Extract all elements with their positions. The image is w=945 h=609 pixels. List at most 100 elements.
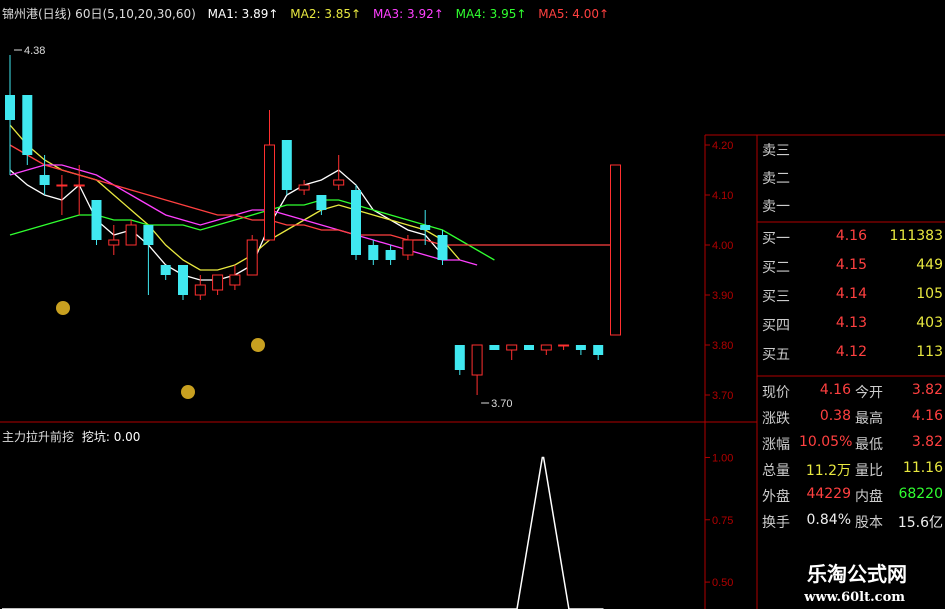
candle-body <box>368 245 379 260</box>
ma5-label: MA5: 4.00↑ <box>538 7 610 21</box>
quote-value: 3.82 <box>911 382 943 398</box>
quote-key: 涨跌 <box>762 411 790 427</box>
candle-body <box>108 239 120 246</box>
sell-row: 卖一 <box>757 196 945 224</box>
buy-price: 4.16 <box>835 228 867 244</box>
quote-value: 0.84% <box>806 512 851 528</box>
buy-price: 4.12 <box>835 344 867 360</box>
candle-body <box>316 195 327 210</box>
buy-row: 买二 4.15 449 <box>757 257 945 285</box>
quote-key: 涨幅 <box>762 437 790 453</box>
indicator-label: 挖坑: 0.00 <box>81 430 141 444</box>
quote-key: 最高 <box>855 411 883 427</box>
candle-body <box>5 95 15 120</box>
candle-body <box>524 345 534 350</box>
buy-label: 买三 <box>762 289 790 305</box>
watermark-url: www.60lt.com <box>804 590 905 605</box>
price-tick-label: 4.00 <box>712 240 733 252</box>
buy-label: 买二 <box>762 260 790 276</box>
quote-key: 最低 <box>855 437 883 453</box>
buy-volume: 105 <box>916 286 943 302</box>
ind-tick-label: 0.50 <box>712 577 733 589</box>
buy-volume: 113 <box>916 344 943 360</box>
quote-key: 今开 <box>855 385 883 401</box>
price-tick-label: 3.70 <box>712 390 733 402</box>
candle-body <box>22 95 33 155</box>
buy-row: 买三 4.14 105 <box>757 286 945 314</box>
chart-stage: 4.20 4.10 4.00 3.90 3.80 3.70 4.38 3.70 1.00 0.75… <box>0 0 945 609</box>
candle-body <box>39 175 50 185</box>
quote-value: 0.38 <box>819 408 851 424</box>
ma3-label: MA3: 3.92↑ <box>372 7 444 21</box>
candle-body <box>420 225 431 230</box>
price-tick-label: 4.10 <box>712 190 733 202</box>
candle-body <box>125 224 137 246</box>
quote-row: 涨跌 0.38 最高 4.16 <box>757 408 945 432</box>
quote-panel: 卖三 卖二 卖一 买一 4.16 111383 买二 4.15 449 买三 4.14 105 买四 4.… <box>757 136 945 609</box>
buy-row: 买一 4.16 111383 <box>757 228 945 256</box>
candle-body <box>246 239 258 276</box>
buy-label: 买一 <box>762 231 790 247</box>
buy-price: 4.14 <box>835 286 867 302</box>
candle-body <box>194 284 206 296</box>
candle-body <box>593 345 604 355</box>
quote-value: 44229 <box>806 486 851 502</box>
candle-body <box>437 235 448 260</box>
quote-value: 15.6亿 <box>897 515 943 531</box>
buy-volume: 111383 <box>889 228 943 244</box>
sell-row: 卖三 <box>757 140 945 168</box>
candle-body <box>471 344 483 376</box>
sell-row: 卖二 <box>757 168 945 196</box>
sell-label: 卖三 <box>762 143 790 159</box>
watermark-name: 乐淘公式网 <box>807 562 907 586</box>
quote-key: 总量 <box>762 463 790 479</box>
ind-tick-label: 1.00 <box>712 452 733 464</box>
money-bag-icon <box>56 301 70 315</box>
buy-volume: 449 <box>916 257 943 273</box>
buy-label: 买五 <box>762 347 790 363</box>
candle-body <box>298 184 310 191</box>
indicator-line <box>2 456 604 609</box>
quote-row: 换手 0.84% 股本 15.6亿 <box>757 512 945 536</box>
annotation-label: 4.38 <box>24 45 45 57</box>
quote-value: 3.82 <box>911 434 943 450</box>
quote-value: 4.16 <box>911 408 943 424</box>
candle-body <box>264 144 275 241</box>
buy-row: 买四 4.13 403 <box>757 315 945 343</box>
ind-tick-label: 0.75 <box>712 515 733 527</box>
candle-body <box>402 239 414 256</box>
indicator-title: 主力拉升前挖 <box>2 430 75 444</box>
candle-body <box>385 250 396 260</box>
indicator-header: 主力拉升前挖 挖坑: 0.00 <box>2 428 140 445</box>
quote-value: 11.16 <box>902 460 943 476</box>
ma-line-ma2 <box>9 124 461 271</box>
candle-body <box>506 344 518 351</box>
quote-key: 现价 <box>762 385 790 401</box>
buy-row: 买五 4.12 113 <box>757 344 945 372</box>
money-bag-icon <box>181 385 195 399</box>
candle-body <box>73 184 85 187</box>
quote-value: 4.16 <box>819 382 851 398</box>
buy-label: 买四 <box>762 318 790 334</box>
annotation-label: 3.70 <box>491 398 512 410</box>
candle-body <box>178 265 188 295</box>
watermark: 乐淘公式网 www.60lt.com <box>760 555 945 609</box>
quote-row: 现价 4.16 今开 3.82 <box>757 382 945 406</box>
quote-value: 11.2万 <box>805 463 851 479</box>
sell-label: 卖二 <box>762 171 790 187</box>
quote-value: 10.05% <box>799 434 853 450</box>
quote-key: 外盘 <box>762 489 790 505</box>
candle-body <box>558 344 570 347</box>
quote-row: 总量 11.2万 量比 11.16 <box>757 460 945 484</box>
candle-body <box>610 164 621 336</box>
quote-row: 涨幅 10.05% 最低 3.82 <box>757 434 945 458</box>
candle-body <box>351 190 361 255</box>
quote-row: 外盘 44229 内盘 68220 <box>757 486 945 510</box>
money-bag-icon <box>251 338 265 352</box>
candle-body <box>91 200 102 240</box>
candle-body <box>56 184 68 187</box>
quote-key: 股本 <box>855 515 883 531</box>
chart-title: 锦州港(日线) 60日(5,10,20,30,60) <box>2 7 196 21</box>
quote-value: 68220 <box>898 486 943 502</box>
candle-body <box>229 274 241 286</box>
